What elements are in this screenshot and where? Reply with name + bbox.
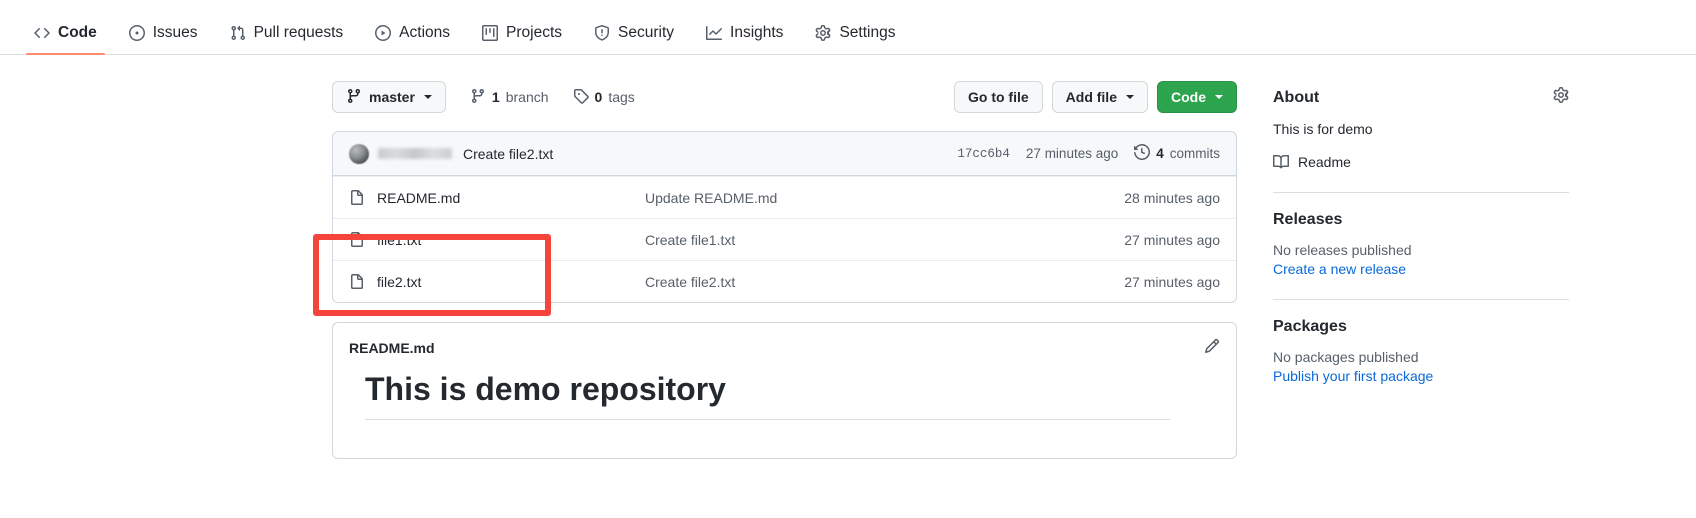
- tag-count-link[interactable]: 0 tags: [573, 88, 635, 107]
- file-name[interactable]: file2.txt: [377, 274, 645, 290]
- commits-count-value: 4: [1156, 146, 1164, 161]
- chevron-down-icon: [1126, 95, 1134, 99]
- tab-code[interactable]: Code: [18, 25, 113, 54]
- commit-meta: 17cc6b4 27 minutes ago 4 commits: [957, 144, 1220, 163]
- go-to-file-label: Go to file: [968, 89, 1029, 105]
- releases-empty-text: No releases published: [1273, 242, 1569, 258]
- file-name[interactable]: README.md: [377, 190, 645, 206]
- gear-icon: [815, 25, 831, 41]
- tab-actions-label: Actions: [399, 25, 450, 41]
- go-to-file-button[interactable]: Go to file: [954, 81, 1043, 113]
- latest-commit-bar: Create file2.txt 17cc6b4 27 minutes ago …: [333, 132, 1236, 176]
- branch-name-label: master: [369, 89, 415, 105]
- packages-title: Packages: [1273, 318, 1569, 336]
- tag-icon: [573, 88, 589, 107]
- file-commit-message[interactable]: Create file2.txt: [645, 274, 1124, 290]
- commits-count-link[interactable]: 4 commits: [1134, 144, 1220, 163]
- commit-sha[interactable]: 17cc6b4: [957, 147, 1010, 161]
- tab-pull-requests-label: Pull requests: [254, 25, 344, 41]
- code-button[interactable]: Code: [1157, 81, 1237, 113]
- commit-author-redacted: [378, 148, 452, 159]
- readme-card: README.md This is demo repository: [332, 322, 1237, 459]
- commit-message[interactable]: Create file2.txt: [463, 146, 553, 162]
- about-header: About: [1273, 87, 1569, 108]
- commits-count-label: commits: [1170, 146, 1220, 161]
- about-title: About: [1273, 89, 1319, 107]
- code-button-label: Code: [1171, 89, 1206, 105]
- readme-header: README.md: [333, 323, 1236, 357]
- file-commit-message[interactable]: Create file1.txt: [645, 232, 1124, 248]
- git-pull-request-icon: [230, 25, 246, 41]
- tab-pull-requests[interactable]: Pull requests: [214, 25, 360, 54]
- tab-issues-label: Issues: [153, 25, 198, 41]
- tab-insights-label: Insights: [730, 25, 783, 41]
- add-file-label: Add file: [1066, 89, 1117, 105]
- readme-sidebar-label: Readme: [1298, 154, 1351, 170]
- chevron-down-icon: [1215, 95, 1223, 99]
- releases-title: Releases: [1273, 211, 1569, 229]
- divider: [1273, 299, 1569, 300]
- file-time: 27 minutes ago: [1124, 274, 1220, 290]
- tag-count-value: 0: [595, 89, 603, 105]
- tab-security[interactable]: Security: [578, 25, 690, 54]
- avatar: [349, 144, 369, 164]
- file-time: 27 minutes ago: [1124, 232, 1220, 248]
- publish-package-link[interactable]: Publish your first package: [1273, 368, 1569, 384]
- tab-projects-label: Projects: [506, 25, 562, 41]
- file-name[interactable]: file1.txt: [377, 232, 645, 248]
- shield-icon: [594, 25, 610, 41]
- book-icon: [1273, 154, 1289, 170]
- repo-page: master 1 branch 0 tags Go to file: [0, 55, 1696, 459]
- repo-toolbar: master 1 branch 0 tags Go to file: [332, 81, 1237, 113]
- tab-projects[interactable]: Projects: [466, 25, 578, 54]
- tab-actions[interactable]: Actions: [359, 25, 466, 54]
- file-time: 28 minutes ago: [1124, 190, 1220, 206]
- file-commit-message[interactable]: Update README.md: [645, 190, 1124, 206]
- git-branch-icon: [346, 88, 362, 107]
- file-icon: [349, 274, 365, 290]
- tab-code-label: Code: [58, 25, 97, 41]
- file-icon: [349, 190, 365, 206]
- file-icon: [349, 232, 365, 248]
- divider: [1273, 192, 1569, 193]
- issue-opened-icon: [129, 25, 145, 41]
- pencil-icon[interactable]: [1204, 338, 1220, 357]
- commit-time: 27 minutes ago: [1026, 146, 1118, 161]
- project-icon: [482, 25, 498, 41]
- create-release-link[interactable]: Create a new release: [1273, 261, 1569, 277]
- branch-selector-button[interactable]: master: [332, 81, 446, 113]
- table-row[interactable]: README.md Update README.md 28 minutes ag…: [333, 176, 1236, 218]
- table-row[interactable]: file1.txt Create file1.txt 27 minutes ag…: [333, 218, 1236, 260]
- table-row[interactable]: file2.txt Create file2.txt 27 minutes ag…: [333, 260, 1236, 302]
- main-column: master 1 branch 0 tags Go to file: [332, 81, 1237, 459]
- about-description: This is for demo: [1273, 121, 1569, 137]
- readme-body: This is demo repository: [333, 357, 1236, 458]
- branch-count-value: 1: [492, 89, 500, 105]
- tab-settings[interactable]: Settings: [799, 25, 911, 54]
- packages-empty-text: No packages published: [1273, 349, 1569, 365]
- repo-nav: Code Issues Pull requests Actions Projec…: [0, 0, 1696, 55]
- git-branch-icon: [470, 88, 486, 107]
- branch-count-label: branch: [506, 89, 549, 105]
- tab-security-label: Security: [618, 25, 674, 41]
- readme-sidebar-link[interactable]: Readme: [1273, 154, 1569, 170]
- play-icon: [375, 25, 391, 41]
- branch-count-link[interactable]: 1 branch: [470, 88, 549, 107]
- readme-heading: This is demo repository: [365, 371, 1170, 420]
- gear-icon[interactable]: [1553, 87, 1569, 108]
- file-browser: Create file2.txt 17cc6b4 27 minutes ago …: [332, 131, 1237, 303]
- readme-title: README.md: [349, 340, 435, 356]
- tab-insights[interactable]: Insights: [690, 25, 799, 54]
- add-file-button[interactable]: Add file: [1052, 81, 1148, 113]
- sidebar: About This is for demo Readme Releases N…: [1273, 81, 1569, 459]
- history-icon: [1134, 144, 1150, 163]
- tab-issues[interactable]: Issues: [113, 25, 214, 54]
- tag-count-label: tags: [608, 89, 634, 105]
- graph-icon: [706, 25, 722, 41]
- tab-settings-label: Settings: [839, 25, 895, 41]
- chevron-down-icon: [424, 95, 432, 99]
- code-icon: [34, 25, 50, 41]
